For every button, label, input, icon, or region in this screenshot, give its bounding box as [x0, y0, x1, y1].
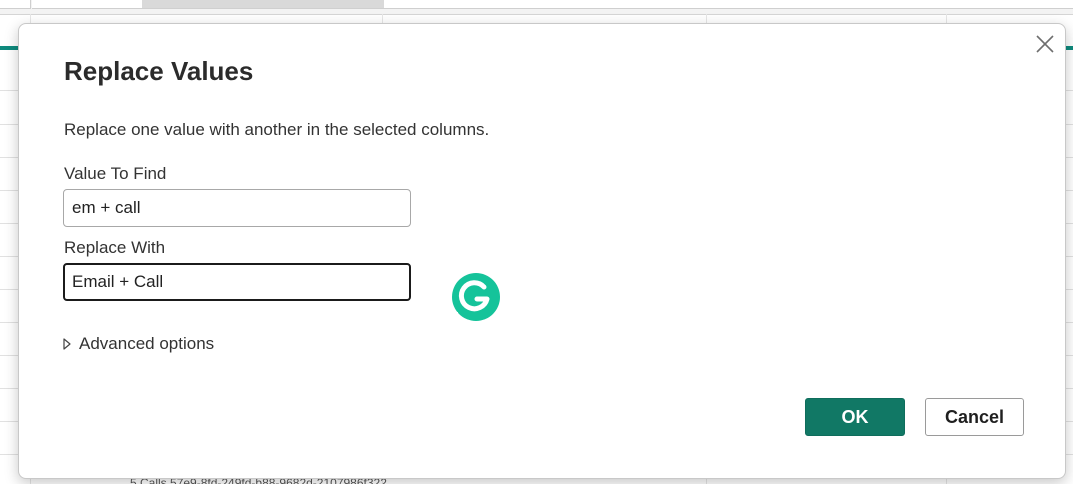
close-icon — [1036, 35, 1054, 53]
ok-button[interactable]: OK — [805, 398, 905, 436]
value-to-find-input[interactable] — [63, 189, 411, 227]
replace-with-input[interactable] — [63, 263, 411, 301]
background-toolbar — [0, 0, 1073, 15]
grammarly-icon[interactable] — [448, 269, 504, 325]
dialog-description: Replace one value with another in the se… — [64, 120, 490, 139]
app-window: 5 Calls 57e9-8fd-249fd-b88-9682d-2107986… — [0, 0, 1073, 484]
replace-values-dialog: Replace Values Replace one value with an… — [18, 23, 1066, 479]
dialog-title: Replace Values — [64, 56, 254, 86]
close-button[interactable] — [1033, 32, 1057, 56]
replace-with-label: Replace With — [64, 238, 166, 257]
advanced-options-label: Advanced options — [79, 334, 215, 353]
advanced-options-toggle[interactable]: Advanced options — [62, 332, 214, 356]
expand-triangle-icon — [63, 338, 71, 350]
cancel-button[interactable]: Cancel — [925, 398, 1024, 436]
value-to-find-label: Value To Find — [64, 164, 167, 183]
